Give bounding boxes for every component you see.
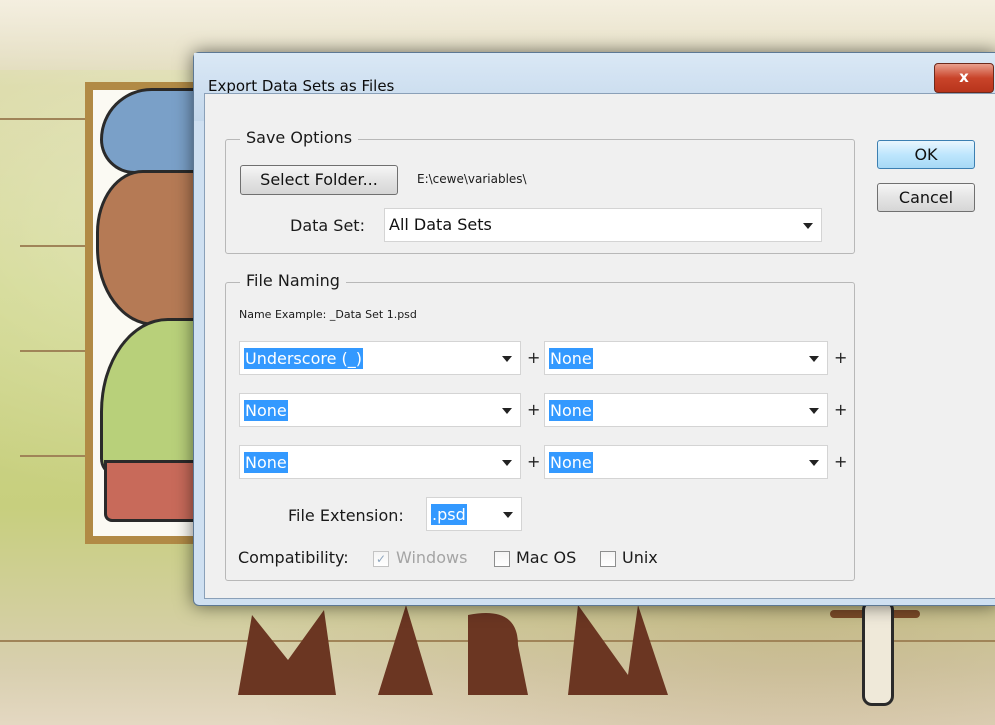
naming-value: None bbox=[549, 400, 593, 421]
windows-label: Windows bbox=[396, 548, 468, 567]
close-icon: x bbox=[959, 68, 969, 86]
naming-value: None bbox=[549, 452, 593, 473]
chevron-down-icon bbox=[502, 356, 512, 362]
plus-sign: + bbox=[834, 400, 848, 419]
naming-value: None bbox=[244, 400, 288, 421]
background-ruler-mark bbox=[20, 350, 90, 352]
mac-os-checkbox[interactable] bbox=[494, 551, 510, 567]
windows-checkbox[interactable]: ✓ bbox=[373, 551, 389, 567]
plus-sign: + bbox=[834, 452, 848, 471]
file-naming-group: File Naming Name Example: _Data Set 1.ps… bbox=[225, 271, 855, 581]
chevron-down-icon bbox=[803, 223, 813, 229]
save-options-group: Save Options Select Folder... E:\cewe\va… bbox=[225, 128, 855, 254]
cancel-button[interactable]: Cancel bbox=[877, 183, 975, 212]
ok-button[interactable]: OK bbox=[877, 140, 975, 169]
plus-sign: + bbox=[834, 348, 848, 367]
hanging-tag bbox=[862, 600, 894, 706]
unix-checkbox[interactable] bbox=[600, 551, 616, 567]
unix-label: Unix bbox=[622, 548, 658, 567]
export-data-sets-dialog: Export Data Sets as Files x Save Options… bbox=[193, 52, 995, 606]
naming-dropdown-row2-left[interactable]: None bbox=[239, 393, 521, 427]
naming-dropdown-row1-right[interactable]: None bbox=[544, 341, 828, 375]
chevron-down-icon bbox=[502, 408, 512, 414]
background-ruler-mark bbox=[20, 455, 90, 457]
naming-dropdown-row1-left[interactable]: Underscore (_) bbox=[239, 341, 521, 375]
naming-dropdown-row2-right[interactable]: None bbox=[544, 393, 828, 427]
file-naming-legend: File Naming bbox=[240, 271, 346, 290]
file-extension-value: .psd bbox=[431, 504, 467, 525]
chevron-down-icon bbox=[503, 512, 513, 518]
data-set-value: All Data Sets bbox=[389, 215, 492, 234]
mac-os-label: Mac OS bbox=[516, 548, 577, 567]
plus-sign: + bbox=[527, 348, 541, 367]
naming-value: Underscore (_) bbox=[244, 348, 363, 369]
chevron-down-icon bbox=[809, 408, 819, 414]
chevron-down-icon bbox=[809, 356, 819, 362]
plus-sign: + bbox=[527, 400, 541, 419]
checkmark-icon: ✓ bbox=[375, 552, 387, 566]
compatibility-label: Compatibility: bbox=[238, 548, 349, 567]
background-ruler-mark bbox=[20, 245, 90, 247]
file-extension-dropdown[interactable]: .psd bbox=[426, 497, 522, 531]
save-options-legend: Save Options bbox=[240, 128, 359, 147]
data-set-dropdown[interactable]: All Data Sets bbox=[384, 208, 822, 242]
name-example: Name Example: _Data Set 1.psd bbox=[239, 308, 417, 321]
data-set-label: Data Set: bbox=[290, 216, 365, 235]
naming-value: None bbox=[244, 452, 288, 473]
folder-path: E:\cewe\variables\ bbox=[417, 172, 527, 186]
chevron-down-icon bbox=[809, 460, 819, 466]
close-button[interactable]: x bbox=[934, 63, 994, 93]
select-folder-button[interactable]: Select Folder... bbox=[240, 165, 398, 195]
plus-sign: + bbox=[527, 452, 541, 471]
naming-value: None bbox=[549, 348, 593, 369]
chevron-down-icon bbox=[502, 460, 512, 466]
naming-dropdown-row3-right[interactable]: None bbox=[544, 445, 828, 479]
dialog-client-area: Save Options Select Folder... E:\cewe\va… bbox=[204, 93, 995, 599]
naming-dropdown-row3-left[interactable]: None bbox=[239, 445, 521, 479]
file-extension-label: File Extension: bbox=[288, 506, 404, 525]
